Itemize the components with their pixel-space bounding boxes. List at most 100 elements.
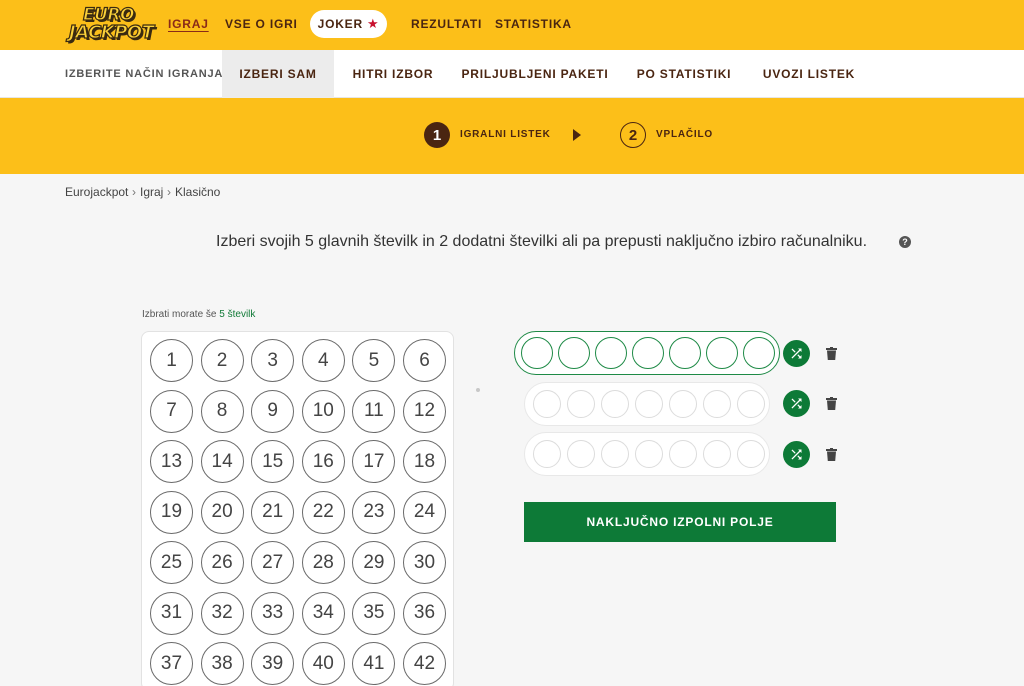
step-2-indicator: 2: [620, 122, 646, 148]
ticket-row[interactable]: [514, 331, 780, 375]
logo-text-jackpot: JACKPOT: [68, 21, 154, 43]
step-1-indicator: 1: [424, 122, 450, 148]
nav-item-rezultati[interactable]: REZULTATI: [411, 17, 482, 31]
top-nav: EURO JACKPOT IGRAJ VSE O IGRI JOKER ★ RE…: [0, 0, 1024, 50]
number-ball[interactable]: 14: [200, 440, 244, 483]
extra-number-slot: [737, 390, 765, 418]
breadcrumb-klasicno: Klasično: [175, 185, 221, 199]
extra-number-slot: [706, 337, 738, 369]
number-ball[interactable]: 24: [403, 490, 446, 534]
joker-label: JOKER: [317, 17, 363, 31]
number-ball[interactable]: 34: [301, 591, 345, 635]
shuffle-icon[interactable]: [783, 441, 810, 468]
main-number-slot: [669, 390, 697, 418]
number-ball[interactable]: 3: [251, 339, 295, 382]
nav-item-statistika[interactable]: STATISTIKA: [495, 17, 572, 31]
breadcrumb-igraj[interactable]: Igraj: [140, 185, 163, 199]
number-ball[interactable]: 28: [301, 541, 345, 584]
number-ball[interactable]: 6: [403, 339, 446, 382]
main-number-slot: [533, 390, 561, 418]
number-ball[interactable]: 10: [301, 389, 345, 433]
number-ball[interactable]: 9: [251, 389, 295, 433]
number-ball[interactable]: 30: [403, 541, 446, 584]
tab-uvozi-listek[interactable]: UVOZI LISTEK: [756, 50, 862, 98]
nav-item-joker[interactable]: JOKER ★: [310, 10, 387, 38]
main-number-slot: [601, 440, 629, 468]
number-ball[interactable]: 22: [301, 490, 345, 534]
main-number-slot: [567, 440, 595, 468]
main-number-grid: 1 2 3 4 5 6 7 8 9 10 11 12 13 14 15 16 17 18 19 20 21 22 23 24 2…: [141, 331, 454, 686]
number-ball[interactable]: 26: [200, 541, 244, 584]
number-ball[interactable]: 29: [352, 541, 396, 584]
number-ball[interactable]: 15: [251, 440, 295, 483]
number-ball[interactable]: 16: [301, 440, 345, 483]
tab-priljubljeni-paketi[interactable]: PRILJUBLJENI PAKETI: [460, 50, 610, 98]
extra-number-slot: [703, 440, 731, 468]
number-ball[interactable]: 41: [352, 642, 396, 685]
main-number-slot: [558, 337, 590, 369]
number-ball[interactable]: 23: [352, 490, 396, 534]
extra-number-slot: [703, 390, 731, 418]
number-ball[interactable]: 4: [301, 339, 345, 382]
main-number-slot: [669, 337, 701, 369]
number-ball[interactable]: 13: [150, 440, 193, 483]
number-ball[interactable]: 21: [251, 490, 295, 534]
nav-item-vse-o-igri[interactable]: VSE O IGRI: [225, 17, 298, 31]
remaining-picks-text: Izbrati morate še 5 številk: [142, 309, 255, 320]
number-ball[interactable]: 39: [251, 642, 295, 685]
tab-po-statistiki[interactable]: PO STATISTIKI: [628, 50, 740, 98]
number-ball[interactable]: 7: [150, 389, 193, 433]
main-number-slot: [601, 390, 629, 418]
trash-icon[interactable]: [826, 397, 837, 410]
number-ball[interactable]: 17: [352, 440, 396, 483]
number-ball[interactable]: 19: [150, 490, 193, 534]
tab-hitri-izbor[interactable]: HITRI IZBOR: [340, 50, 446, 98]
step-2-label: VPLAČILO: [656, 129, 713, 140]
trash-icon[interactable]: [826, 448, 837, 461]
number-ball[interactable]: 11: [352, 389, 396, 433]
number-ball[interactable]: 42: [403, 642, 446, 685]
breadcrumb-separator: ›: [167, 185, 171, 199]
tab-izberi-sam[interactable]: IZBERI SAM: [222, 50, 334, 98]
number-ball[interactable]: 35: [352, 591, 396, 635]
nav-item-igraj[interactable]: IGRAJ: [168, 17, 209, 31]
main-number-slot: [595, 337, 627, 369]
shuffle-icon[interactable]: [783, 340, 810, 367]
main-number-slot: [632, 337, 664, 369]
number-ball[interactable]: 33: [251, 591, 295, 635]
extra-number-slot: [737, 440, 765, 468]
number-ball[interactable]: 12: [403, 389, 446, 433]
ticket-row[interactable]: [524, 432, 770, 476]
number-ball[interactable]: 8: [200, 389, 244, 433]
number-ball[interactable]: 37: [150, 642, 193, 685]
eurojackpot-logo[interactable]: EURO JACKPOT: [67, 4, 154, 45]
main-number-slot: [533, 440, 561, 468]
number-ball[interactable]: 1: [150, 339, 193, 382]
number-ball[interactable]: 36: [403, 591, 446, 635]
number-ball[interactable]: 32: [200, 591, 244, 635]
number-ball[interactable]: 2: [200, 339, 244, 382]
ticket-row[interactable]: [524, 382, 770, 426]
main-number-slot: [669, 440, 697, 468]
checkout-steps: 1 IGRALNI LISTEK 2 VPLAČILO: [0, 98, 1024, 174]
number-ball[interactable]: 27: [251, 541, 295, 584]
number-ball[interactable]: 20: [200, 490, 244, 534]
random-fill-button[interactable]: NAKLJUČNO IZPOLNI POLJE: [524, 502, 836, 542]
instruction-text: Izberi svojih 5 glavnih številk in 2 dod…: [216, 233, 868, 250]
number-ball[interactable]: 31: [150, 591, 193, 635]
number-ball[interactable]: 40: [301, 642, 345, 685]
remaining-count: 5 številk: [219, 309, 256, 320]
number-ball[interactable]: 25: [150, 541, 193, 584]
trash-icon[interactable]: [826, 347, 837, 360]
breadcrumb-separator: ›: [132, 185, 136, 199]
number-ball[interactable]: 18: [403, 440, 446, 483]
number-ball[interactable]: 38: [200, 642, 244, 685]
number-ball[interactable]: 5: [352, 339, 396, 382]
main-number-slot: [567, 390, 595, 418]
main-number-slot: [635, 440, 663, 468]
breadcrumb-eurojackpot[interactable]: Eurojackpot: [65, 185, 128, 199]
shuffle-icon[interactable]: [783, 390, 810, 417]
extra-number-slot: [743, 337, 775, 369]
star-icon: ★: [366, 16, 380, 31]
help-icon[interactable]: ?: [899, 236, 911, 248]
